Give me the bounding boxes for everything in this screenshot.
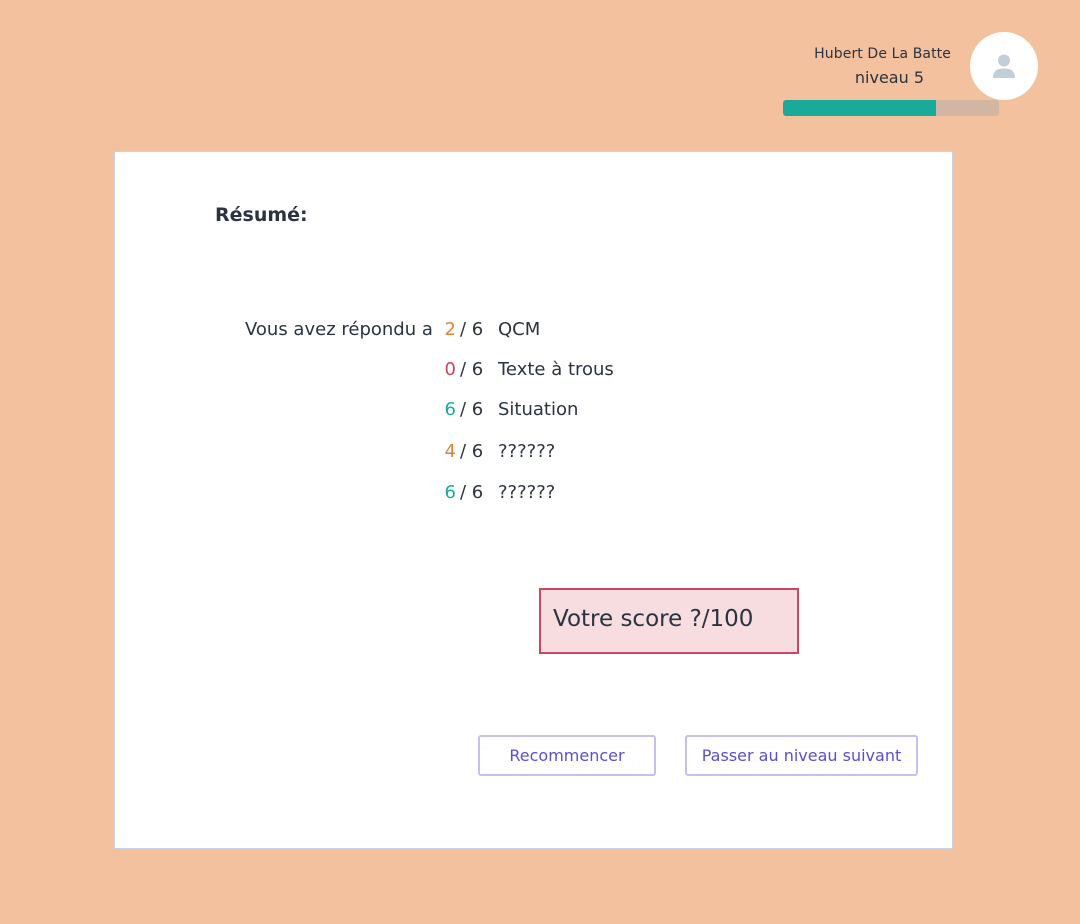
result-score: 0: [444, 359, 456, 380]
level-progress-bar: [783, 100, 999, 116]
result-score: 6: [444, 399, 456, 420]
level-progress-fill: [783, 100, 937, 116]
user-level: niveau 5: [854, 68, 924, 87]
page: Hubert De La Batte niveau 5 Résumé: Vous…: [0, 0, 1080, 924]
user-icon: [993, 54, 1015, 78]
result-row-unknown-2: 6/ 6??????: [440, 482, 556, 506]
result-label: Texte à trous: [498, 359, 614, 380]
next-level-button[interactable]: Passer au niveau suivant: [685, 735, 918, 776]
result-total: / 6: [460, 359, 484, 380]
user-name: Hubert De La Batte: [814, 46, 951, 62]
result-label: Situation: [498, 399, 579, 420]
result-total: / 6: [460, 399, 484, 420]
result-label: QCM: [498, 319, 541, 340]
result-label: ??????: [498, 441, 556, 462]
summary-title: Résumé:: [215, 204, 308, 226]
result-label: ??????: [498, 482, 556, 503]
summary-intro: Vous avez répondu a: [245, 319, 433, 340]
score-text: Votre score ?/100: [553, 606, 754, 632]
result-total: / 6: [460, 441, 484, 462]
avatar[interactable]: [970, 32, 1038, 100]
result-total: / 6: [460, 319, 484, 340]
result-row-unknown-1: 4/ 6??????: [440, 441, 556, 465]
result-row-texte-a-trous: 0/ 6 Texte à trous: [440, 359, 614, 383]
result-total: / 6: [460, 482, 484, 503]
restart-button[interactable]: Recommencer: [478, 735, 656, 776]
summary-card: Résumé: Vous avez répondu a 2/ 6 QCM 0/ 6…: [114, 151, 953, 849]
result-row-situation: 6/ 6 Situation: [440, 399, 579, 423]
result-score: 4: [444, 441, 456, 462]
result-score: 2: [444, 319, 456, 340]
result-row-qcm: 2/ 6 QCM: [440, 319, 541, 343]
result-score: 6: [444, 482, 456, 503]
score-box: Votre score ?/100: [539, 588, 799, 654]
user-profile: Hubert De La Batte niveau 5: [0, 0, 1080, 130]
